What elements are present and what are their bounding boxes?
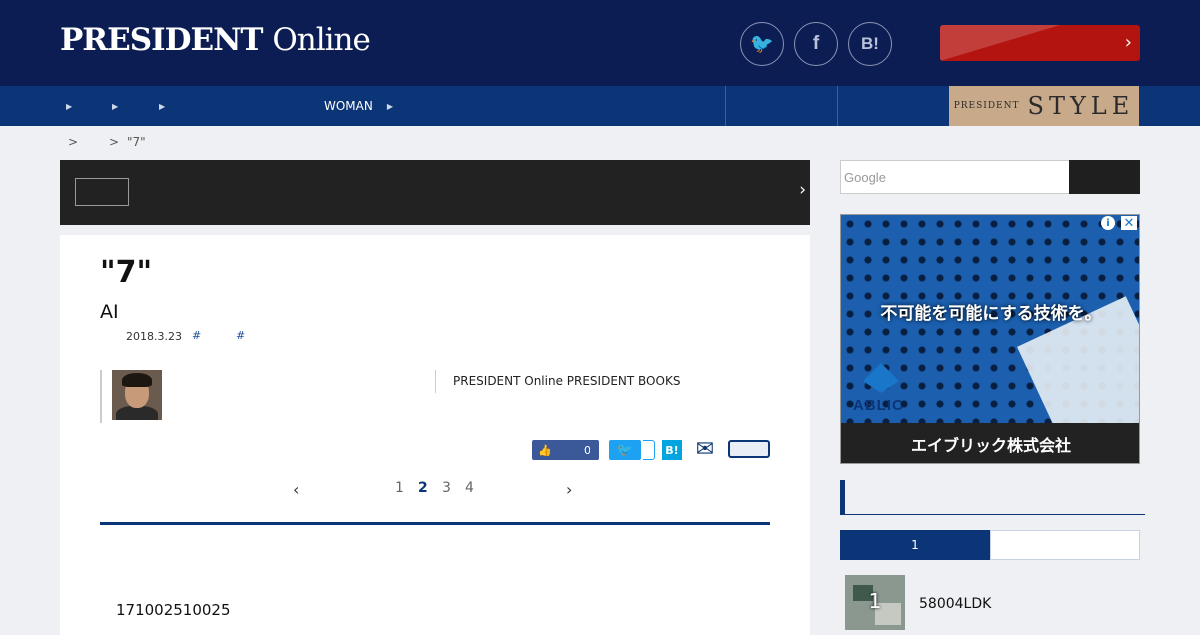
book-divider bbox=[435, 370, 436, 393]
triangle-right-icon: ▶ bbox=[66, 101, 73, 111]
ad-company-name: エイブリック株式会社 bbox=[841, 423, 1139, 463]
breadcrumb-separator: > bbox=[109, 135, 120, 149]
ranking-item-thumbnail[interactable]: 1 bbox=[845, 575, 905, 630]
google-search-input[interactable]: Google bbox=[840, 160, 1070, 194]
article-tag[interactable]: # bbox=[236, 329, 245, 342]
pager-page[interactable]: 4 bbox=[465, 480, 474, 496]
ranking-item-title[interactable]: 58004LDK bbox=[919, 596, 991, 612]
breadcrumb-separator: > bbox=[68, 135, 79, 149]
twitter-count-bubble bbox=[643, 440, 655, 460]
facebook-share-tail[interactable] bbox=[590, 440, 598, 460]
ranking-tab-inactive[interactable] bbox=[990, 530, 1140, 560]
header-cta-button[interactable]: › bbox=[940, 25, 1140, 61]
article-subtitle: AI bbox=[100, 301, 119, 323]
author-avatar[interactable] bbox=[112, 370, 162, 420]
chevron-right-icon: › bbox=[799, 180, 806, 200]
nav-item-3[interactable]: ▶ bbox=[155, 86, 189, 126]
search-placeholder: Google bbox=[844, 169, 886, 185]
ad-info-icon[interactable]: i bbox=[1101, 216, 1115, 230]
article-tag[interactable]: # bbox=[192, 329, 201, 342]
facebook-like-button[interactable]: 👍 0 bbox=[532, 440, 599, 460]
site-header: PRESIDENT Online 🐦 f B! › bbox=[0, 0, 1200, 86]
article-title: "7" bbox=[100, 255, 153, 290]
ad-brand: ABLIC bbox=[853, 397, 904, 414]
nav-item-7[interactable] bbox=[438, 86, 458, 126]
avatar-body bbox=[116, 406, 158, 420]
section-banner[interactable]: › bbox=[60, 160, 810, 225]
triangle-right-icon: ▶ bbox=[386, 101, 394, 111]
nav-item-2[interactable]: ▶ bbox=[108, 86, 144, 126]
search-button[interactable] bbox=[1069, 160, 1140, 194]
hatena-bookmark-icon[interactable]: B! bbox=[848, 22, 892, 66]
article-body-text: 171002510025 bbox=[116, 601, 231, 619]
nav-divider bbox=[725, 86, 726, 126]
mail-icon[interactable]: ✉ bbox=[692, 439, 718, 461]
sidebar-ad[interactable]: 不可能を可能にする技術を。 ABLIC エイブリック株式会社 i ✕ bbox=[840, 214, 1140, 464]
ranking-header-accent bbox=[840, 480, 845, 515]
site-logo[interactable]: PRESIDENT Online bbox=[60, 22, 371, 58]
president-style-banner[interactable]: PRESIDENT STYLE bbox=[949, 86, 1139, 126]
nav-item-4[interactable] bbox=[214, 86, 234, 126]
ranking-tab-active[interactable]: 1 bbox=[840, 530, 990, 560]
book-info: PRESIDENT Online PRESIDENT BOOKS bbox=[453, 374, 681, 388]
nav-item-5[interactable] bbox=[246, 86, 302, 126]
author-divider bbox=[100, 370, 102, 423]
ad-close-icon[interactable]: ✕ bbox=[1121, 216, 1137, 231]
triangle-right-icon: ▶ bbox=[112, 101, 119, 111]
style-banner-small-text: PRESIDENT bbox=[953, 101, 1020, 111]
chevron-right-icon: › bbox=[1124, 32, 1132, 53]
triangle-right-icon: ▶ bbox=[159, 101, 166, 111]
pager-page-current: 2 bbox=[418, 480, 428, 496]
hatena-bookmark-button[interactable]: B! bbox=[662, 440, 682, 460]
logo-light-text: Online bbox=[272, 22, 371, 58]
facebook-icon[interactable]: f bbox=[794, 22, 838, 66]
article-divider bbox=[100, 522, 770, 525]
pager-next-icon[interactable]: › bbox=[566, 480, 572, 499]
nav-item-1[interactable]: ▶ bbox=[62, 86, 96, 126]
pager-prev-icon[interactable]: ‹ bbox=[293, 480, 299, 499]
style-banner-big-text: STYLE bbox=[1027, 92, 1135, 120]
ad-headline: 不可能を可能にする技術を。 bbox=[880, 304, 1102, 324]
nav-item-woman[interactable]: WOMAN ▶ bbox=[324, 86, 416, 126]
avatar-hair bbox=[122, 373, 152, 387]
twitter-share-button[interactable]: 🐦 bbox=[609, 440, 641, 460]
section-label-box bbox=[75, 178, 129, 206]
share-extra-button[interactable] bbox=[728, 440, 770, 458]
logo-main-text: PRESIDENT bbox=[60, 22, 264, 58]
nav-divider bbox=[837, 86, 838, 126]
article-card: "7" AI 2018.3.23 # # PRESIDENT Online PR… bbox=[60, 235, 810, 635]
nav-item-label: WOMAN bbox=[324, 99, 373, 113]
thumbs-up-icon: 👍 bbox=[538, 443, 552, 457]
twitter-icon[interactable]: 🐦 bbox=[740, 22, 784, 66]
article-date: 2018.3.23 bbox=[126, 330, 182, 343]
ranking-number: 1 bbox=[868, 589, 882, 613]
breadcrumb-current: "7" bbox=[127, 135, 146, 149]
pager-page[interactable]: 3 bbox=[442, 480, 451, 496]
cta-shine bbox=[940, 25, 1060, 61]
pager-page[interactable]: 1 bbox=[395, 480, 404, 496]
ranking-header bbox=[840, 480, 1145, 515]
